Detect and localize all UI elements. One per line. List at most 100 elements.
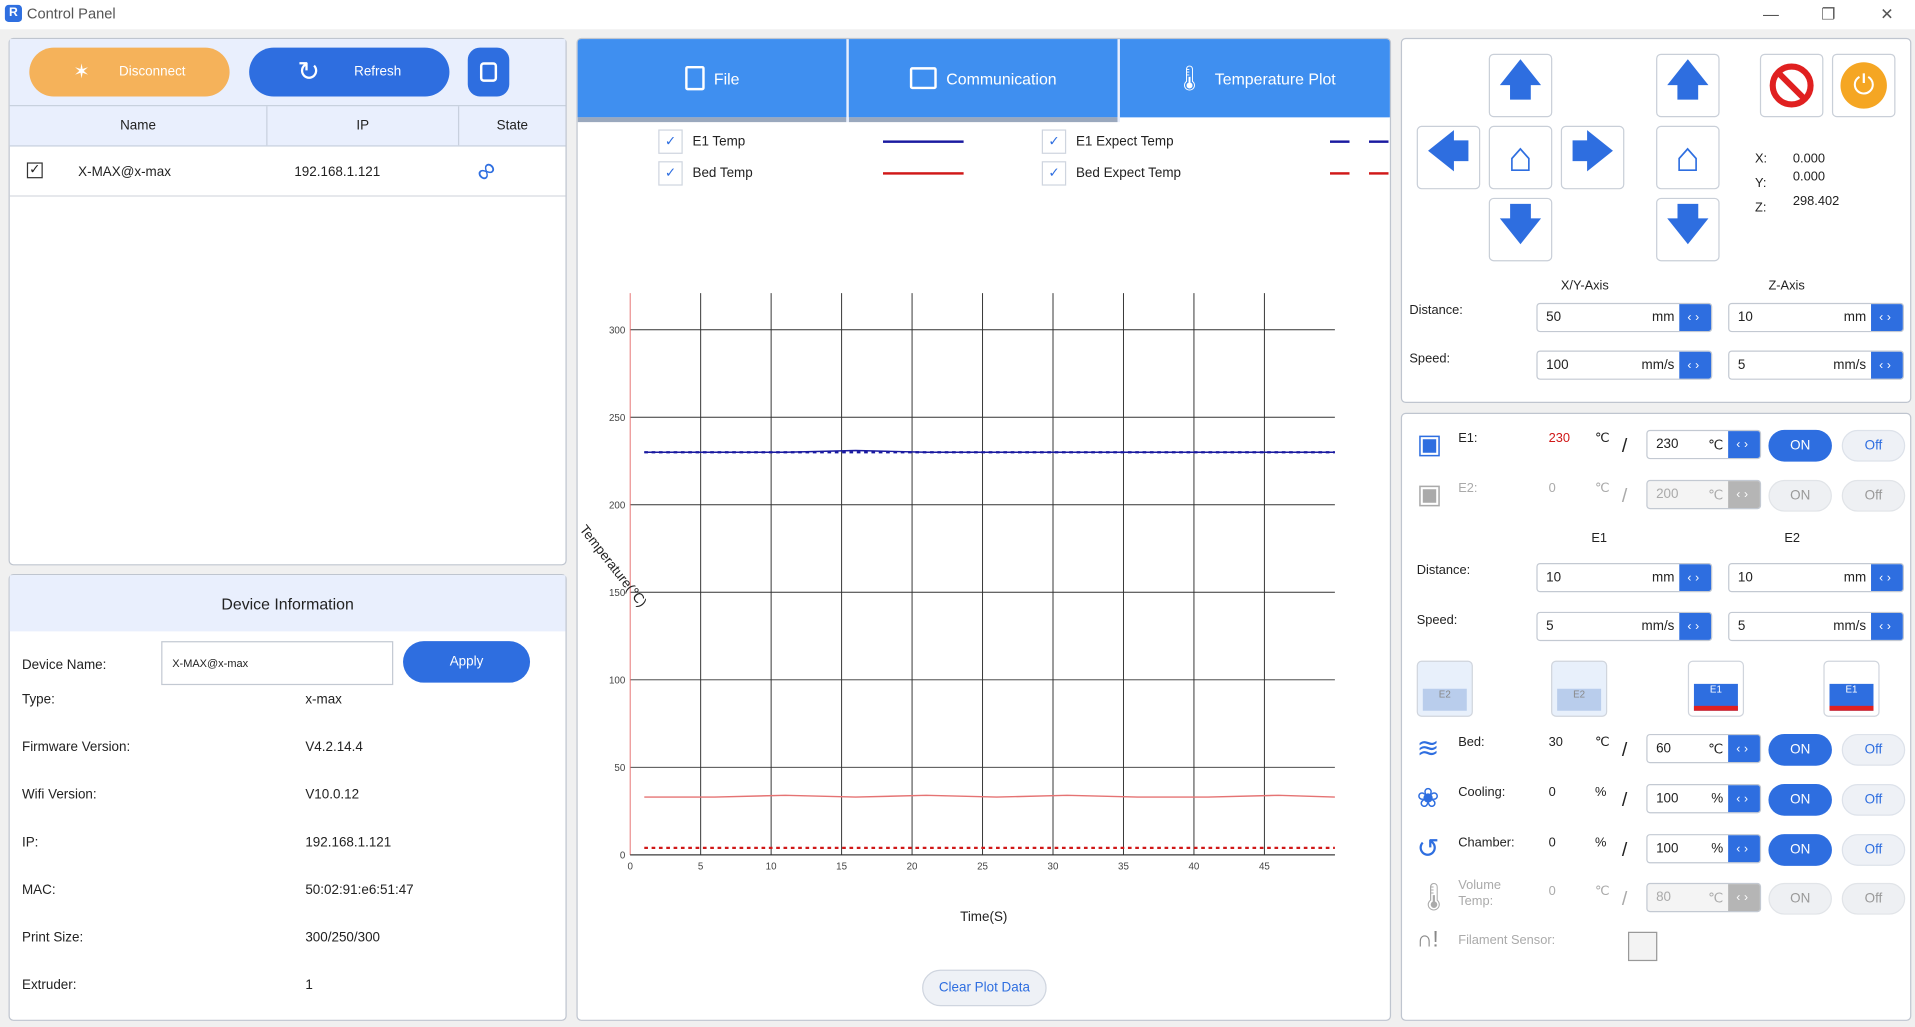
bed-target-spinbox[interactable]: 60 ℃ ‹› (1646, 733, 1762, 764)
stepper-arrows-icon[interactable]: ‹› (1679, 564, 1712, 592)
z-distance-spinbox[interactable]: 10 mm ‹› (1728, 302, 1905, 333)
close-button[interactable]: ✕ (1875, 4, 1899, 26)
legend-checkbox-bed-expect[interactable]: ✓ (1041, 161, 1067, 186)
tab-underline (577, 117, 847, 123)
xy-speed-spinbox[interactable]: 100 mm/s ‹› (1536, 350, 1713, 380)
stepper-arrows-icon[interactable]: ‹› (1679, 304, 1712, 331)
motion-panel: 🡅 🡄 ⌂ 🡆 🡇 🡅 ⌂ 🡇 ⏻ X: 0.000 Y: 0.000 Z: 2… (1400, 37, 1912, 403)
z-speed-spinbox[interactable]: 5 mm/s ‹› (1728, 350, 1905, 380)
e1-retract-button[interactable]: E1 (1687, 660, 1745, 717)
column-state[interactable]: State (459, 106, 565, 145)
legend-checkbox-e1-expect[interactable]: ✓ (1041, 129, 1067, 154)
filament-sensor-checkbox[interactable] (1627, 931, 1658, 962)
e1-distance-spinbox[interactable]: 10 mm ‹› (1536, 562, 1713, 593)
tab-temperature-plot[interactable]: 🌡 Temperature Plot (1119, 39, 1390, 118)
e2-target-spinbox[interactable]: 200 ℃ ‹› (1646, 479, 1762, 510)
row-checkbox[interactable]: ✓ (26, 162, 43, 179)
e1-target-spinbox[interactable]: 230 ℃ ‹› (1646, 429, 1762, 460)
xy-distance-spinbox[interactable]: 50 mm ‹› (1536, 302, 1713, 333)
stop-button[interactable] (1759, 53, 1824, 118)
stepper-arrows-icon[interactable]: ‹› (1728, 835, 1760, 863)
z-coord-value: 298.402 (1792, 194, 1840, 209)
stepper-arrows-icon[interactable]: ‹› (1728, 481, 1760, 509)
stepper-arrows-icon[interactable]: ‹› (1728, 431, 1760, 458)
e1-speed-spinbox[interactable]: 5 mm/s ‹› (1536, 611, 1713, 642)
cooling-off-button[interactable]: Off (1841, 784, 1906, 816)
z-home-button[interactable]: ⌂ (1656, 125, 1720, 190)
disconnect-button[interactable]: ✶ Disconnect (29, 47, 230, 97)
y-plus-button[interactable]: 🡅 (1488, 53, 1553, 118)
bed-on-button[interactable]: ON (1768, 733, 1832, 766)
legend-line-bed-expect (1329, 172, 1390, 175)
bed-slash: / (1621, 740, 1628, 761)
stepper-arrows-icon[interactable]: ‹› (1728, 735, 1760, 763)
e1-on-button[interactable]: ON (1768, 429, 1832, 462)
legend-checkbox-e1-temp[interactable]: ✓ (658, 129, 683, 154)
y-tick-label: 200 (609, 500, 626, 511)
home-icon: ⌂ (1507, 133, 1534, 181)
refresh-button[interactable]: ↻ Refresh (249, 47, 450, 97)
stepper-arrows-icon[interactable]: ‹› (1728, 884, 1760, 912)
e1-off-button[interactable]: Off (1841, 429, 1906, 462)
stepper-arrows-icon[interactable]: ‹› (1871, 564, 1903, 592)
x-coord-label: X: (1755, 151, 1768, 167)
chamber-on-button[interactable]: ON (1768, 834, 1832, 866)
stepper-arrows-icon[interactable]: ‹› (1871, 304, 1903, 331)
e2-on-button[interactable]: ON (1768, 479, 1832, 512)
volume-target-spinbox[interactable]: 80 ℃ ‹› (1646, 882, 1762, 913)
home-icon: ⌂ (1675, 133, 1701, 181)
temperature-panel: ▣ E1: 230 ℃/230 ℃ ‹› ON Off ▣ E2: 0 ℃/200 ℃ ‹› ON Off ≋ B… (1400, 412, 1912, 1021)
cooling-target-spinbox[interactable]: 100% ‹› (1646, 784, 1762, 814)
y-coord-value: 0.000 (1792, 169, 1825, 185)
volume-off-button[interactable]: Off (1841, 882, 1906, 915)
x-minus-button[interactable]: 🡄 (1416, 125, 1481, 190)
info-value: V10.0.12 (305, 787, 360, 803)
z-minus-button[interactable]: 🡇 (1656, 197, 1720, 262)
column-name[interactable]: Name (10, 106, 268, 146)
bed-off-button[interactable]: Off (1841, 733, 1906, 766)
stepper-arrows-icon[interactable]: ‹› (1679, 613, 1712, 640)
xy-home-button[interactable]: ⌂ (1488, 125, 1553, 190)
extruder-up-red-icon: E1 (1693, 683, 1738, 711)
cooling-on-button[interactable]: ON (1768, 784, 1832, 816)
x-axis-label: Time(S) (960, 909, 1008, 925)
filament-sensor-label: Filament Sensor: (1458, 932, 1556, 948)
link-icon[interactable]: ∞ (468, 153, 504, 189)
minimize-button[interactable]: — (1759, 4, 1783, 26)
e2-distance-spinbox[interactable]: 10 mm ‹› (1728, 562, 1905, 593)
device-name-input[interactable]: X-MAX@x-max (161, 641, 394, 686)
stepper-arrows-icon[interactable]: ‹› (1679, 351, 1712, 379)
y-minus-button[interactable]: 🡇 (1488, 197, 1553, 262)
tab-file[interactable]: File (577, 39, 847, 118)
apply-button[interactable]: Apply (403, 641, 531, 683)
e1-unit: ℃ (1595, 431, 1610, 446)
volume-unit: ℃ (1595, 884, 1610, 899)
info-label: Firmware Version: (21, 740, 131, 755)
table-row[interactable]: ✓ X-MAX@x-max 192.168.1.121 ∞ (9, 148, 566, 197)
x-plus-button[interactable]: 🡆 (1560, 125, 1625, 190)
e1-extrude-button[interactable]: E1 (1823, 660, 1880, 717)
arrow-up-icon: 🡅 (1499, 56, 1542, 104)
z-plus-button[interactable]: 🡅 (1656, 53, 1720, 118)
volume-on-button[interactable]: ON (1768, 882, 1832, 915)
chamber-target-spinbox[interactable]: 100% ‹› (1646, 834, 1762, 864)
stepper-arrows-icon[interactable]: ‹› (1871, 613, 1903, 640)
file-icon (684, 65, 705, 91)
maximize-button[interactable]: ❐ (1816, 4, 1840, 26)
clear-plot-button[interactable]: Clear Plot Data (922, 969, 1047, 1007)
stepper-arrows-icon[interactable]: ‹› (1871, 351, 1903, 379)
y-tick-label: 0 (620, 851, 626, 862)
e2-extrude-button[interactable]: E2 (1551, 660, 1608, 717)
e2-off-button[interactable]: Off (1841, 479, 1906, 512)
e2-speed-spinbox[interactable]: 5 mm/s ‹› (1728, 611, 1905, 642)
tab-communication[interactable]: Communication (848, 39, 1118, 118)
power-button[interactable]: ⏻ (1831, 53, 1896, 118)
e2-retract-button[interactable]: E2 (1416, 660, 1473, 717)
legend-checkbox-bed-temp[interactable]: ✓ (658, 161, 683, 186)
e2-column-label: E2 (1784, 531, 1801, 546)
chamber-off-button[interactable]: Off (1841, 834, 1906, 866)
stepper-arrows-icon[interactable]: ‹› (1728, 785, 1760, 813)
column-ip[interactable]: IP (267, 106, 460, 146)
edit-button[interactable] (467, 47, 510, 97)
arrow-left-icon: 🡄 (1427, 128, 1470, 176)
